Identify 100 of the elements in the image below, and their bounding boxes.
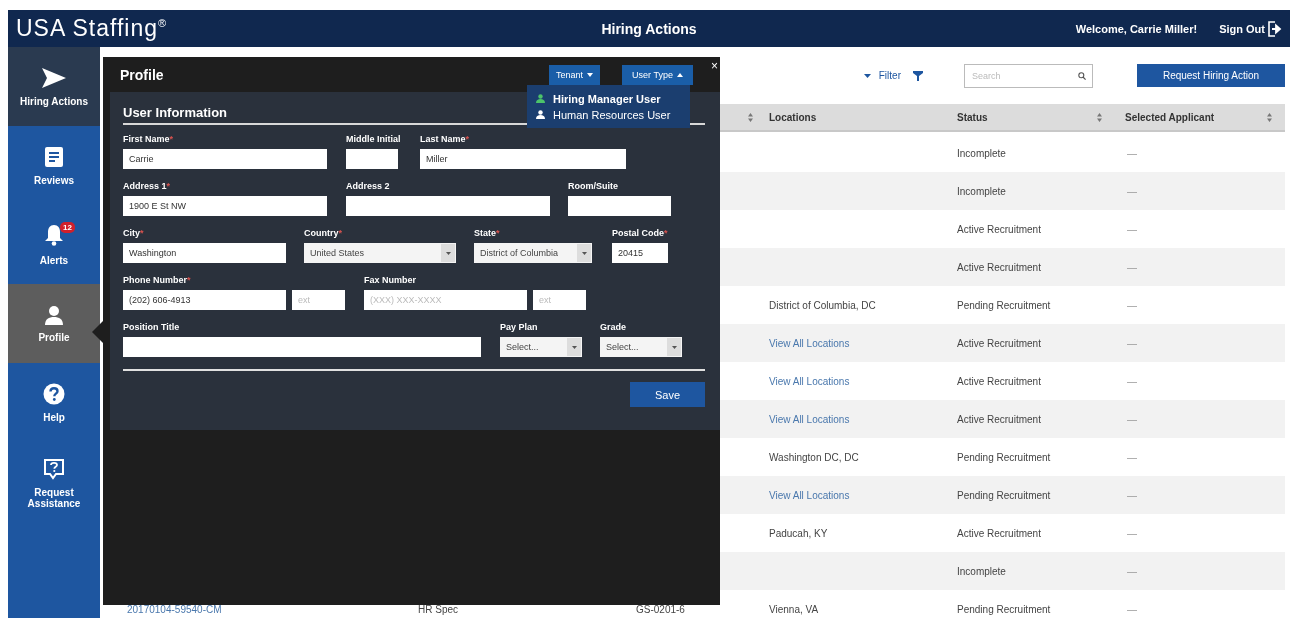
caret-icon [676, 72, 683, 77]
caret-icon [577, 244, 591, 262]
table-link[interactable]: View All Locations [769, 375, 850, 387]
table-link[interactable]: 20170104-59540-CM [127, 603, 222, 615]
sort-icon[interactable] [1267, 112, 1272, 122]
menu-item[interactable]: Hiring Manager User [527, 92, 690, 105]
select-field[interactable]: Select... [500, 337, 582, 357]
table-cell: — [1127, 223, 1137, 235]
table-cell: HR Spec [418, 603, 458, 615]
select-field[interactable]: United States [304, 243, 456, 263]
chat-question-icon [43, 458, 65, 480]
table-cell: — [1127, 603, 1137, 615]
input-field[interactable]: Carrie [123, 149, 327, 169]
notification-badge: 12 [60, 221, 75, 233]
input-field[interactable]: 20415 [612, 243, 668, 263]
table-cell: GS-0201-6 [636, 603, 685, 615]
column-header[interactable]: Status [957, 111, 988, 123]
table-cell: — [1127, 147, 1137, 159]
field-label: City* [123, 228, 145, 240]
input-field[interactable] [346, 196, 550, 216]
input-field[interactable]: (202) 606-4913 [123, 290, 286, 310]
field-label: Address 2 [346, 181, 391, 193]
table-cell: — [1127, 261, 1137, 273]
sign-out-link[interactable]: Sign Out [1219, 20, 1282, 37]
tenant-button[interactable]: Tenant [549, 64, 600, 85]
table-cell: Pending Recruitment [957, 603, 1051, 615]
field-label: Grade [600, 322, 627, 334]
user-type-button[interactable]: User Type [622, 64, 693, 85]
input-field[interactable]: Miller [420, 149, 626, 169]
section-title: User Information [123, 105, 227, 122]
table-cell: Pending Recruitment [957, 299, 1051, 311]
caret-icon [567, 338, 581, 356]
table-cell: District of Columbia, DC [769, 299, 876, 311]
logo: USA Staffing$^{®}$ [15, 15, 168, 42]
table-cell: Active Recruitment [957, 337, 1041, 349]
table-link[interactable]: View All Locations [769, 489, 850, 501]
menu-item[interactable]: Human Resources User [527, 108, 690, 121]
sidebar-item[interactable]: Profile [8, 284, 100, 363]
field-label: State* [474, 228, 501, 240]
input-field[interactable] [346, 149, 398, 169]
field-label: Address 1* [123, 181, 172, 193]
sort-icon[interactable] [748, 112, 753, 122]
table-link[interactable]: View All Locations [769, 337, 850, 349]
select-field[interactable]: Select... [600, 337, 682, 357]
help-icon [43, 382, 65, 405]
table-cell: Washington DC, DC [769, 451, 859, 463]
caret-icon [587, 72, 593, 77]
table-cell: Pending Recruitment [957, 489, 1051, 501]
table-cell: — [1127, 413, 1137, 425]
table-cell: — [1127, 489, 1137, 501]
document-icon [44, 145, 64, 168]
table-cell: Vienna, VA [769, 603, 819, 615]
user-icon [536, 110, 545, 119]
table-cell: Active Recruitment [957, 261, 1041, 273]
sidebar-item[interactable]: Reviews [8, 126, 100, 205]
field-label: First Name* [123, 134, 175, 146]
table-cell: Incomplete [957, 565, 1006, 577]
field-label: Phone Number* [123, 275, 192, 287]
filter-icon[interactable] [913, 70, 923, 81]
table-link[interactable]: View All Locations [769, 413, 850, 425]
table-cell: Paducah, KY [769, 527, 828, 539]
input-field[interactable]: Washington [123, 243, 286, 263]
field-label: Room/Suite [568, 181, 619, 193]
search-field[interactable]: Search [964, 63, 1093, 88]
sidebar-item[interactable]: 12 Alerts [8, 205, 100, 284]
input-field[interactable]: ext [292, 290, 345, 310]
search-icon [1078, 71, 1086, 80]
sort-icon[interactable] [1097, 112, 1102, 122]
input-field[interactable] [568, 196, 671, 216]
table-cell: Active Recruitment [957, 527, 1041, 539]
column-header[interactable]: Locations [769, 111, 817, 123]
bell-icon [44, 223, 64, 246]
input-field[interactable]: 1900 E St NW [123, 196, 327, 216]
table-cell: Active Recruitment [957, 223, 1041, 235]
input-field[interactable]: (XXX) XXX-XXXX [364, 290, 527, 310]
request-hiring-action-button[interactable]: Request Hiring Action [1137, 64, 1285, 87]
table-cell: Active Recruitment [957, 375, 1041, 387]
sidebar-item[interactable]: Help [8, 363, 100, 442]
table-cell: — [1127, 299, 1137, 311]
column-header[interactable]: Selected Applicant [1125, 111, 1215, 123]
table-cell: Active Recruitment [957, 413, 1041, 425]
sidebar-item[interactable]: Request Assistance [8, 442, 100, 537]
save-button[interactable]: Save [630, 382, 705, 407]
table-cell: Pending Recruitment [957, 451, 1051, 463]
input-field[interactable] [123, 337, 481, 357]
page-title: Hiring Actions [601, 20, 697, 37]
dialog-title: Profile [119, 66, 165, 83]
caret-icon [441, 244, 455, 262]
table-cell: — [1127, 185, 1137, 197]
paper-plane-icon [41, 66, 67, 89]
filter-link[interactable]: Filter [878, 70, 901, 81]
caret-icon [863, 73, 871, 78]
sidebar-item[interactable]: Hiring Actions [8, 47, 100, 126]
close-button[interactable]: × [709, 60, 720, 72]
welcome-text: Welcome, Carrie Miller! [1075, 22, 1198, 35]
select-field[interactable]: District of Columbia [474, 243, 592, 263]
table-cell: Incomplete [957, 147, 1006, 159]
field-label: Last Name* [420, 134, 471, 146]
input-field[interactable]: ext [533, 290, 586, 310]
table-cell: Incomplete [957, 185, 1006, 197]
